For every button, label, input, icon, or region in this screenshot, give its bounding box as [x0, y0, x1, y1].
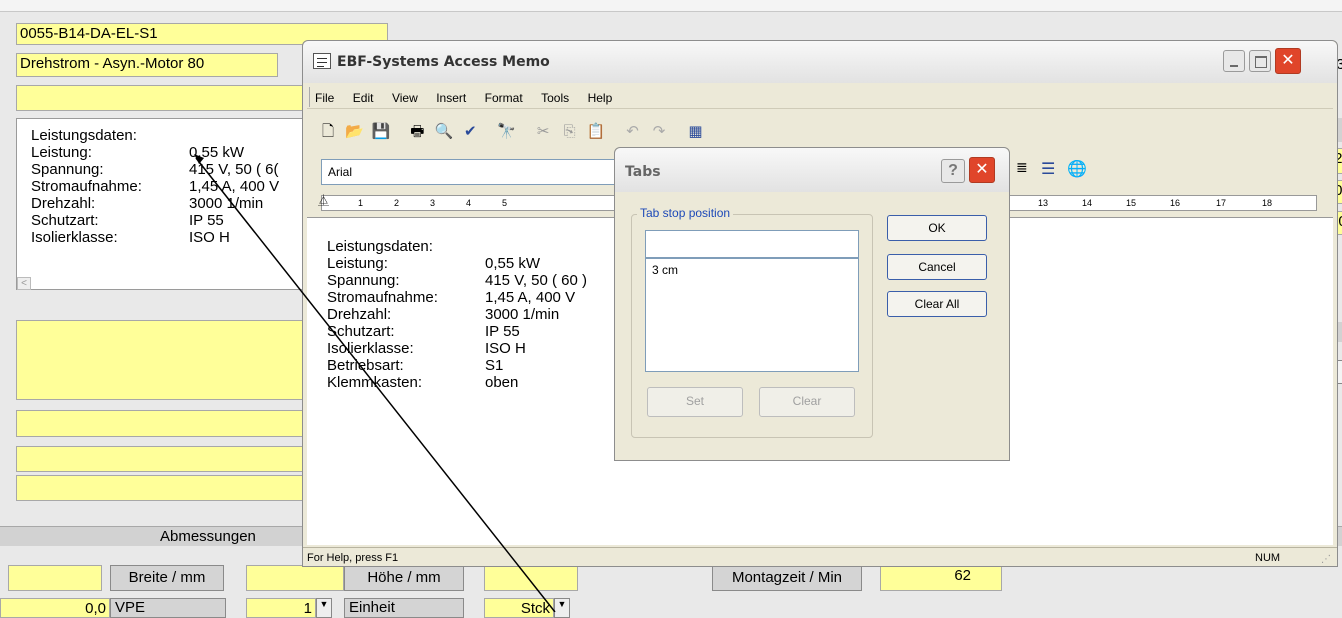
- arrow-line: [195, 157, 556, 612]
- annotation-arrow: [194, 154, 556, 612]
- arrow-head-icon: [194, 154, 204, 164]
